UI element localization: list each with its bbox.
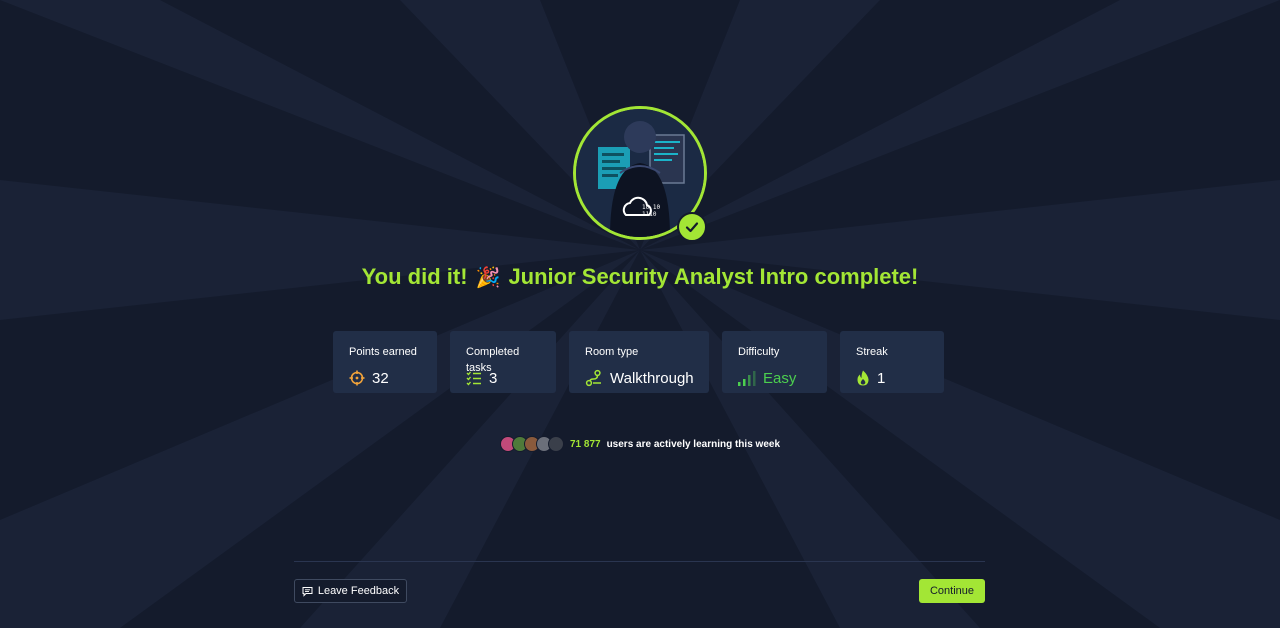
stat-card-difficulty: Difficulty Easy [722,331,827,393]
stat-label: Streak [856,346,888,358]
stat-card-tasks: Completed tasks 3 [450,331,556,393]
stat-label: Room type [585,346,639,358]
stat-value: Walkthrough [610,369,694,387]
svg-text:10 10: 10 10 [642,204,660,211]
learner-text: users are actively learning this week [606,438,781,450]
flame-icon [857,370,869,386]
svg-text:1110: 1110 [642,211,657,218]
crosshair-icon [349,370,365,386]
active-learners: 71 877 users are actively learning this … [0,436,1280,452]
room-badge: 10 10 1110 [573,106,707,242]
feedback-label: Leave Feedback [317,585,400,597]
stat-label: Completed tasks [466,346,520,374]
stat-label: Points earned [349,346,417,358]
avatar [547,436,564,452]
headline-prefix: You did it! [361,264,468,289]
comment-icon [302,586,313,597]
continue-label: Continue [929,585,975,597]
stat-card-streak: Streak 1 [840,331,944,393]
footer-divider [294,561,985,562]
learner-avatars [499,436,564,452]
signal-bars-icon [738,371,756,386]
completion-headline: You did it! 🎉 Junior Security Analyst In… [0,264,1280,290]
headline-room-complete: Junior Security Analyst Intro complete! [508,264,919,289]
stats-row: Points earned 32 Completed tasks 3 Room … [333,331,944,393]
stat-label: Difficulty [738,346,780,358]
complete-check-icon [677,212,707,242]
stat-value: Easy [763,369,797,387]
path-icon [585,369,601,387]
continue-button[interactable]: Continue [919,579,985,603]
checklist-icon [466,371,481,386]
background-rays [0,0,1280,628]
stat-card-points: Points earned 32 [333,331,437,393]
stat-card-room-type: Room type Walkthrough [569,331,709,393]
party-popper-icon: 🎉 [475,266,501,289]
leave-feedback-button[interactable]: Leave Feedback [294,579,407,603]
learner-count: 71 877 [569,438,601,450]
stat-value: 32 [372,369,389,387]
stat-value: 1 [877,369,886,387]
completion-page: 10 10 1110 You did it! 🎉 Junior Security… [0,0,1280,628]
stat-value: 3 [489,369,498,387]
